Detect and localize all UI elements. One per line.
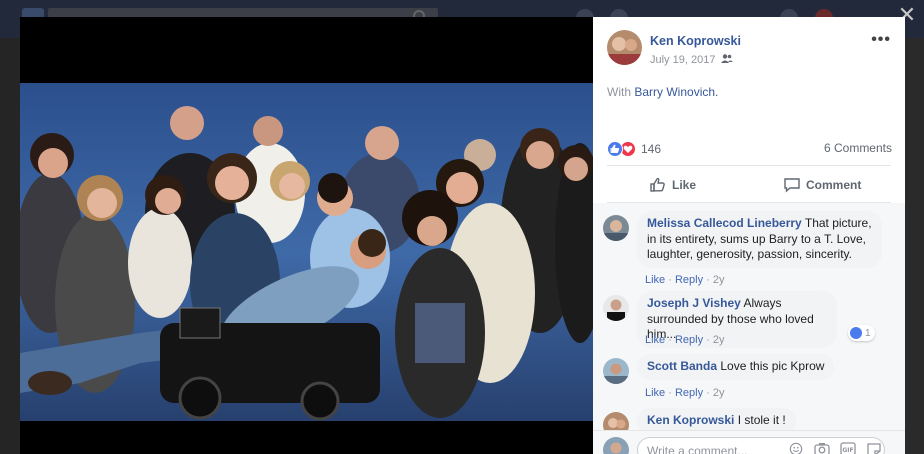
commenter-avatar[interactable] (603, 215, 629, 241)
current-user-avatar (603, 437, 629, 454)
more-options-icon[interactable]: ••• (871, 31, 891, 49)
friends-audience-icon[interactable] (721, 53, 733, 65)
gif-icon[interactable]: GIF (840, 442, 856, 454)
comment-author[interactable]: Scott Banda (647, 359, 717, 373)
background-page (0, 38, 20, 454)
comment-actions: Like · Reply · 2y (645, 387, 725, 399)
comment-reply-link[interactable]: Reply (675, 387, 703, 399)
comment-actions: Like · Reply · 2y (645, 274, 725, 286)
post-author-name[interactable]: Ken Koprowski (650, 34, 741, 48)
comment-author[interactable]: Joseph J Vishey (647, 296, 741, 310)
comment-item: Melissa Callecod Lineberry That picture,… (603, 211, 893, 286)
comments-count-link[interactable]: 6 Comments (824, 141, 892, 155)
comment-age[interactable]: 2y (713, 334, 725, 346)
comment-bubble: Scott Banda Love this pic Kprow (637, 354, 835, 380)
like-reaction-icon (850, 327, 862, 339)
comment-input[interactable]: Write a comment... GIF (637, 437, 885, 454)
tagged-with-line: With Barry Winovich. (607, 85, 718, 99)
svg-text:GIF: GIF (842, 447, 853, 454)
photo-stage (20, 17, 593, 454)
like-reaction-icon (607, 141, 623, 157)
comment-age[interactable]: 2y (713, 387, 725, 399)
comment-actions: Like · Reply · 2y (645, 334, 725, 346)
post-timestamp[interactable]: July 19, 2017 (650, 54, 715, 66)
comment-like-link[interactable]: Like (645, 334, 665, 346)
commenter-avatar[interactable] (603, 412, 629, 430)
comment-item: Scott Banda Love this pic Kprow Like · R… (603, 354, 893, 399)
thumbs-up-icon (650, 177, 665, 192)
comment-bubble: Ken Koprowski I stole it ! (637, 408, 796, 430)
comment-item: Joseph J Vishey Always surrounded by tho… (603, 291, 893, 351)
comment-like-link[interactable]: Like (645, 387, 665, 399)
tagged-person-link[interactable]: Barry Winovich. (634, 85, 718, 99)
comment-reaction-badge[interactable]: 1 (848, 325, 875, 341)
sticker-icon[interactable] (866, 442, 882, 454)
comment-item: Ken Koprowski I stole it ! (603, 408, 893, 430)
like-button-label: Like (672, 178, 697, 192)
comment-bubble: Melissa Callecod Lineberry That picture,… (637, 211, 882, 268)
comment-bubble-icon (784, 178, 800, 193)
emoji-icon[interactable] (788, 442, 804, 454)
comment-age[interactable]: 2y (713, 274, 725, 286)
reaction-count: 146 (641, 142, 662, 156)
divider (607, 165, 891, 166)
background-page-right (905, 38, 924, 454)
comment-reaction-count: 1 (865, 327, 871, 339)
comment-reply-link[interactable]: Reply (675, 334, 703, 346)
author-avatar[interactable] (607, 30, 642, 65)
composer-tools: GIF (788, 442, 892, 454)
comment-text: I stole it ! (737, 413, 786, 427)
comment-composer: Write a comment... GIF (593, 430, 905, 454)
comments-list: Melissa Callecod Lineberry That picture,… (593, 203, 905, 430)
post-details-panel: Ken Koprowski July 19, 2017 ••• With Bar… (593, 17, 905, 454)
comment-author[interactable]: Ken Koprowski (647, 413, 734, 427)
comment-reply-link[interactable]: Reply (675, 274, 703, 286)
like-button[interactable]: Like (649, 176, 696, 194)
post-actions: Like Comment (607, 170, 891, 202)
comment-text: Love this pic Kprow (720, 359, 825, 373)
with-prefix: With (607, 85, 631, 99)
camera-icon[interactable] (814, 442, 830, 454)
reactions-summary[interactable]: 146 (607, 140, 661, 158)
commenter-avatar[interactable] (603, 295, 629, 321)
comment-button-label: Comment (806, 178, 862, 192)
commenter-avatar[interactable] (603, 358, 629, 384)
comment-like-link[interactable]: Like (645, 274, 665, 286)
group-photo (20, 83, 593, 421)
comment-author[interactable]: Melissa Callecod Lineberry (647, 216, 802, 230)
comment-input-placeholder: Write a comment... (647, 444, 748, 454)
comment-button[interactable]: Comment (783, 176, 861, 194)
